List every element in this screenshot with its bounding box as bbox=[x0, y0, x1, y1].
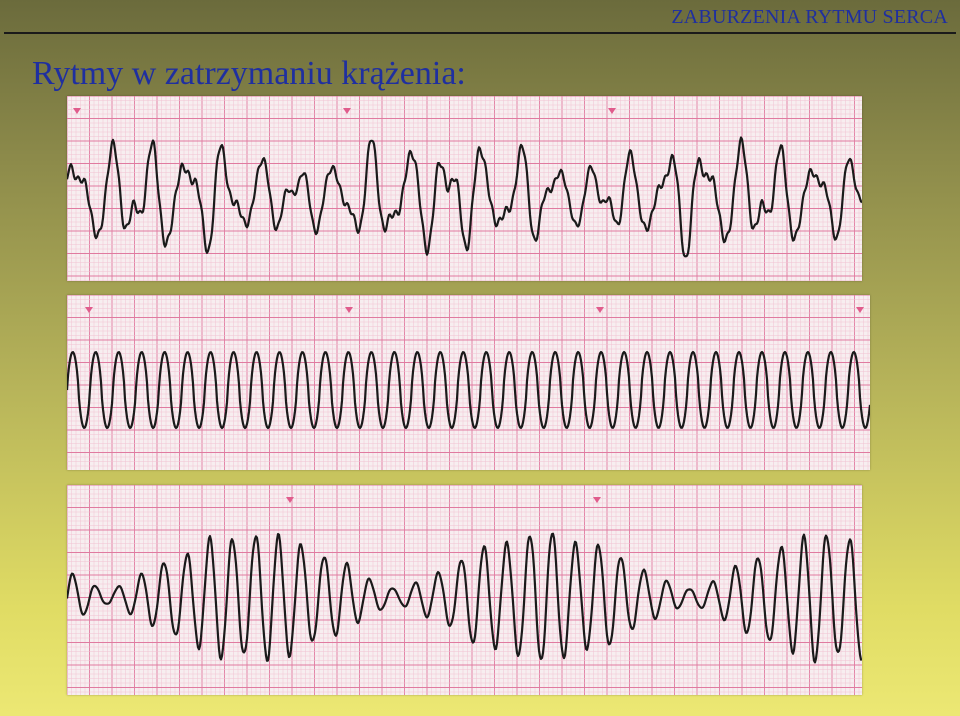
header-title: ZABURZENIA RYTMU SERCA bbox=[671, 6, 948, 28]
ecg-strip-3 bbox=[67, 485, 862, 695]
ecg-strip-1 bbox=[67, 96, 862, 281]
ecg-strip-1-grid bbox=[67, 96, 862, 281]
ecg-strip-2-marker bbox=[596, 307, 604, 313]
ecg-strip-3-svg bbox=[67, 485, 862, 695]
slide-title: Rytmy w zatrzymaniu krążenia: bbox=[32, 55, 466, 92]
ecg-strip-3-grid bbox=[67, 485, 862, 695]
ecg-strip-3-marker bbox=[286, 497, 294, 503]
ecg-strip-2 bbox=[67, 295, 870, 470]
ecg-strip-2-marker bbox=[85, 307, 93, 313]
ecg-strip-3-trace bbox=[67, 532, 862, 664]
ecg-strip-1-svg bbox=[67, 96, 862, 281]
ecg-strip-1-marker bbox=[343, 108, 351, 114]
ecg-strip-1-marker bbox=[608, 108, 616, 114]
header-rule bbox=[4, 32, 956, 34]
slide: ZABURZENIA RYTMU SERCA Rytmy w zatrzyman… bbox=[0, 0, 960, 716]
ecg-strip-2-marker bbox=[856, 307, 864, 313]
ecg-strip-1-marker bbox=[73, 108, 81, 114]
ecg-strip-1-trace bbox=[67, 136, 862, 258]
ecg-strip-2-svg bbox=[67, 295, 870, 470]
ecg-strip-3-marker bbox=[593, 497, 601, 503]
